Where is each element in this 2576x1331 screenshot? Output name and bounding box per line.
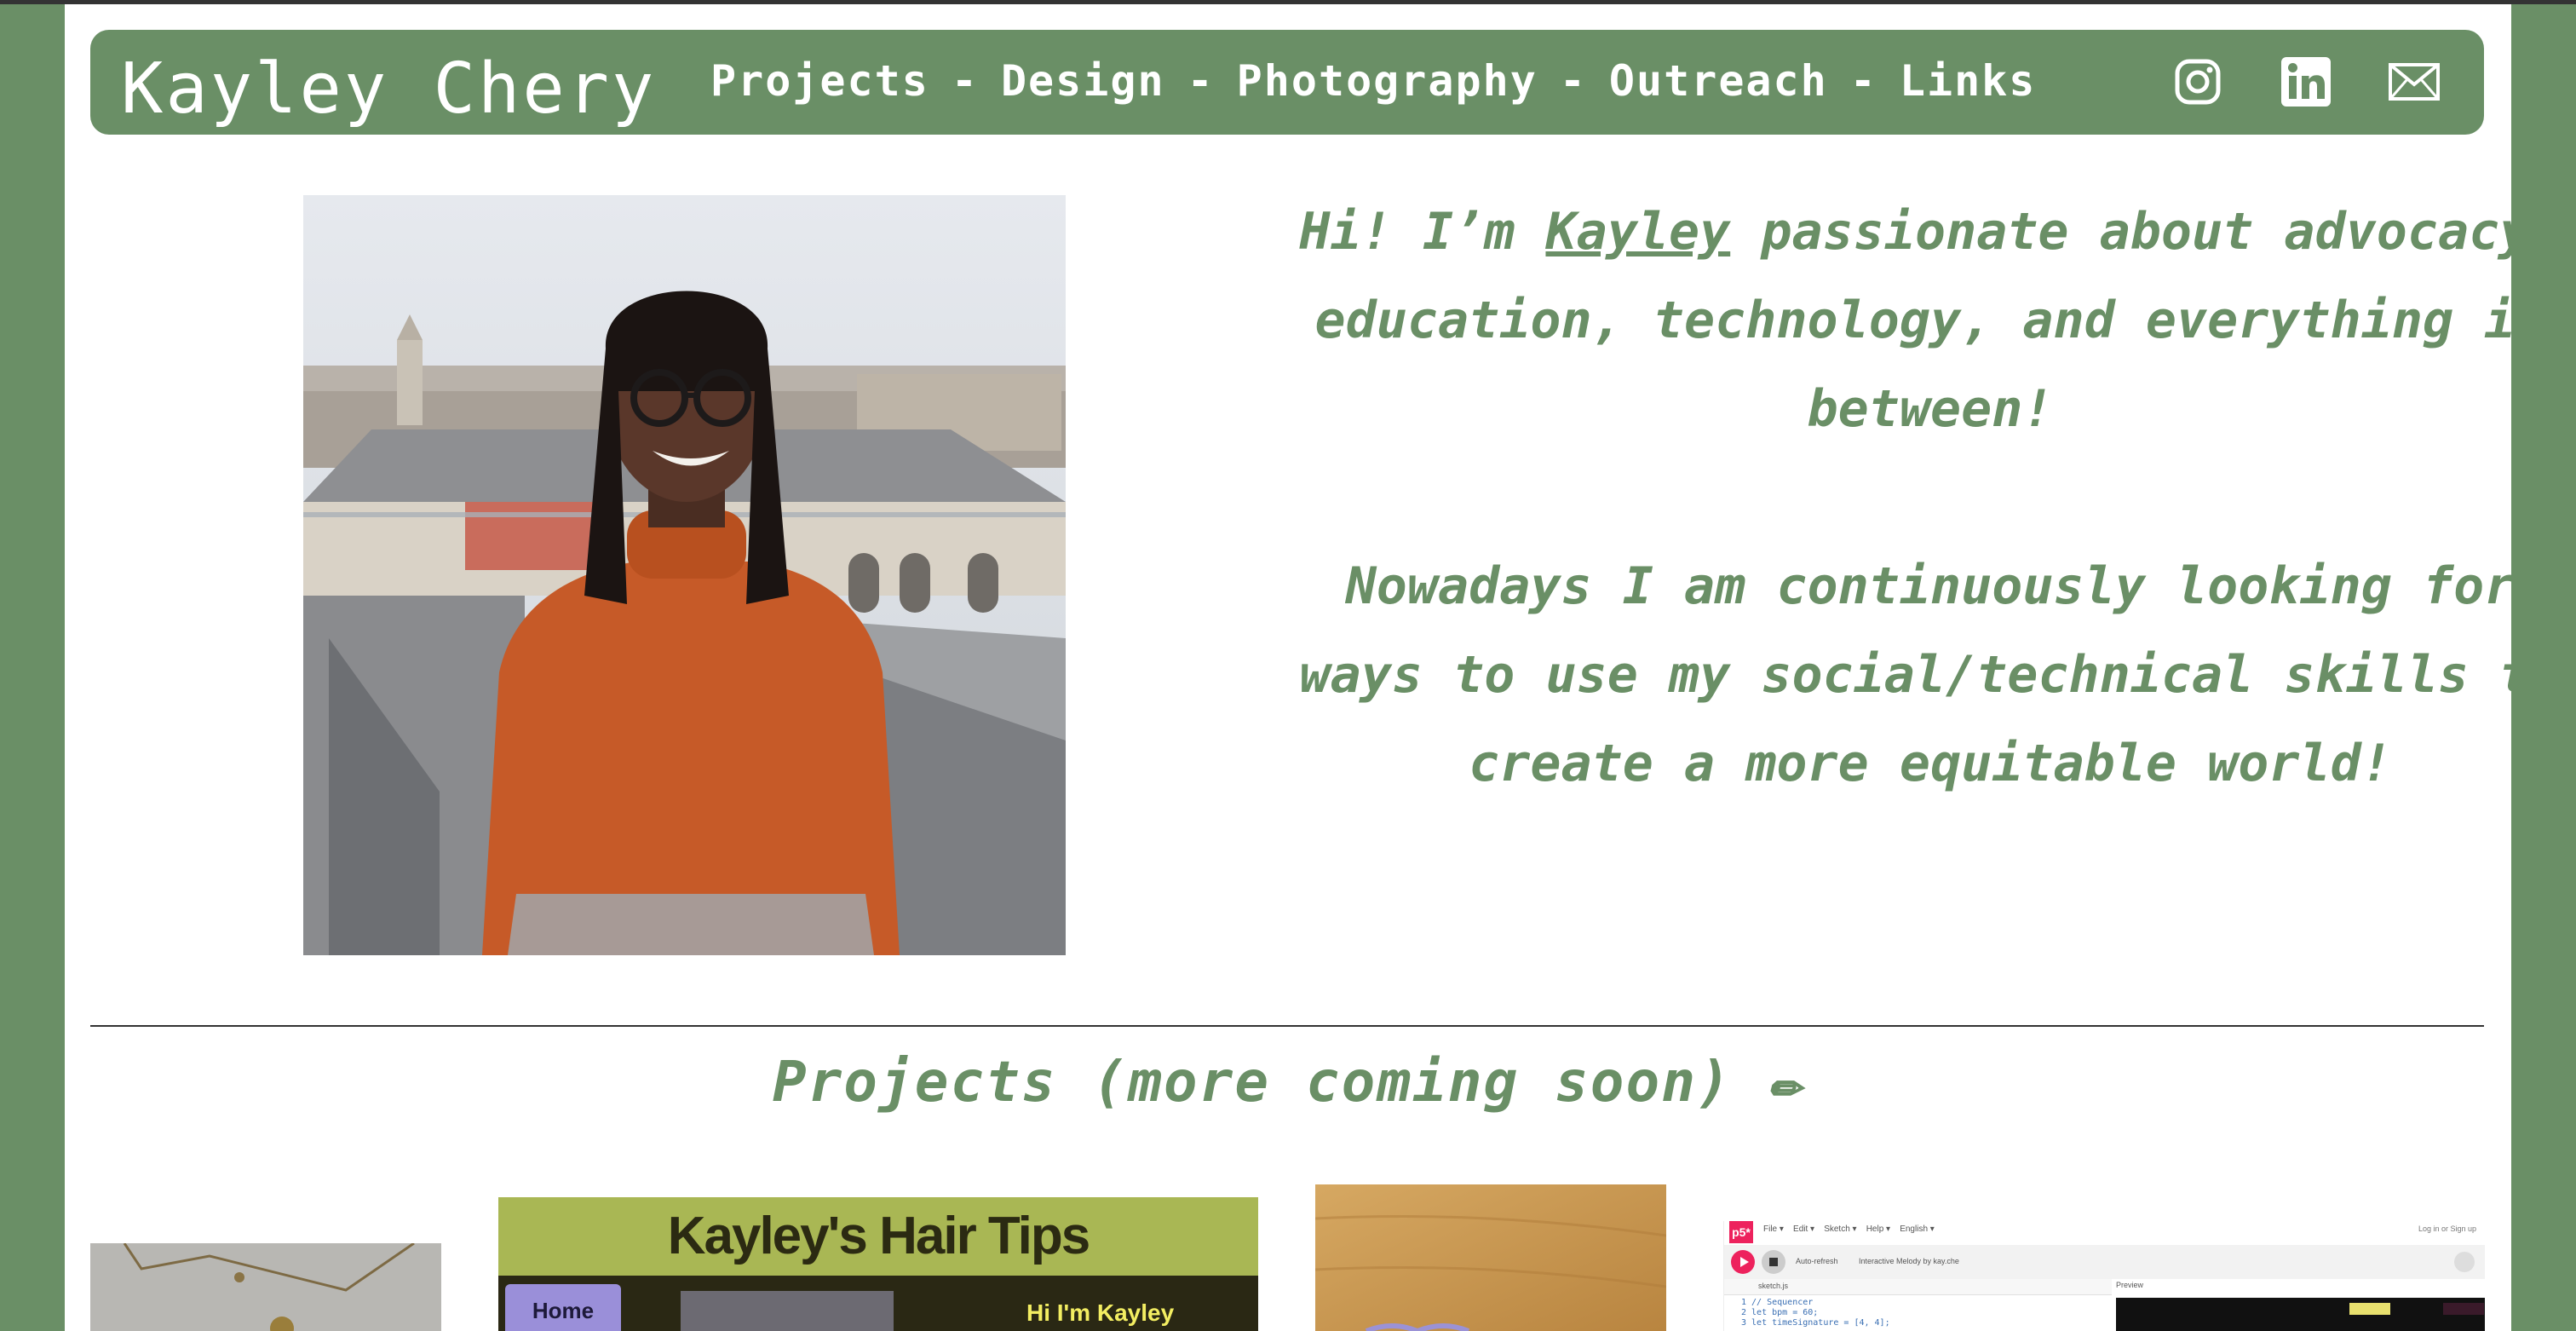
project-thumbnail-hair-tips[interactable]: Kayley's Hair Tips Home Hi I'm Kayley bbox=[498, 1197, 1258, 1331]
p5-auth: Log in or Sign up bbox=[2418, 1224, 2476, 1233]
p5-preview-canvas bbox=[2116, 1298, 2485, 1331]
p5-toolbar bbox=[1724, 1245, 2485, 1279]
page-container: Kayley Chery Projects - Design - Photogr… bbox=[65, 4, 2511, 1331]
mission-paragraph: Nowadays I am continuously looking for w… bbox=[1299, 556, 2511, 793]
nav-outreach[interactable]: Outreach bbox=[1609, 56, 1828, 106]
stop-icon bbox=[1762, 1250, 1785, 1274]
code-line: 1 // Sequencer bbox=[1741, 1298, 1814, 1307]
nav-separator: - bbox=[951, 56, 979, 106]
p5-auto-refresh: Auto-refresh bbox=[1796, 1257, 1838, 1265]
section-divider bbox=[90, 1025, 2484, 1027]
navbar: Kayley Chery Projects - Design - Photogr… bbox=[90, 30, 2484, 135]
main-nav: Projects - Design - Photography - Outrea… bbox=[710, 55, 2036, 107]
hair-tips-photo bbox=[681, 1291, 894, 1331]
project-thumbnail-p5[interactable]: p5* File ▾ Edit ▾ Sketch ▾ Help ▾ Englis… bbox=[1723, 1221, 2485, 1331]
project-thumbnail-wood[interactable] bbox=[1315, 1184, 1666, 1331]
projects-heading: Projects (more coming soon) ✏ bbox=[772, 1049, 1804, 1115]
p5-file-tab-bar: sketch.js bbox=[1724, 1279, 2112, 1295]
email-link[interactable] bbox=[2389, 55, 2440, 108]
hair-tips-greeting: Hi I'm Kayley bbox=[1026, 1299, 1175, 1326]
nav-design[interactable]: Design bbox=[1001, 56, 1165, 106]
p5-menu-language: English ▾ bbox=[1900, 1224, 1935, 1234]
name-link[interactable]: Kayley bbox=[1545, 202, 1730, 262]
site-title[interactable]: Kayley Chery bbox=[121, 47, 656, 132]
gear-icon bbox=[2454, 1252, 2475, 1272]
project-thumbnail-jewelry[interactable] bbox=[90, 1243, 441, 1331]
linkedin-icon bbox=[2281, 57, 2331, 107]
p5-menu-help: Help ▾ bbox=[1866, 1224, 1891, 1234]
intro-text: Hi! I’m Kayley passionate about advocacy… bbox=[1291, 187, 2511, 808]
code-line: 2 let bpm = 60; bbox=[1741, 1308, 1819, 1317]
p5-menu: File ▾ Edit ▾ Sketch ▾ Help ▾ English ▾ bbox=[1763, 1224, 1935, 1234]
p5-preview-label: Preview bbox=[2116, 1281, 2144, 1289]
p5-menu-sketch: Sketch ▾ bbox=[1824, 1224, 1857, 1234]
nav-photography[interactable]: Photography bbox=[1237, 56, 1538, 106]
p5-code: 1 // Sequencer 2 let bpm = 60; 3 let tim… bbox=[1741, 1298, 1890, 1328]
nav-separator: - bbox=[1187, 56, 1215, 106]
code-line: 3 let timeSignature = [4, 4]; bbox=[1741, 1318, 1890, 1328]
nav-links[interactable]: Links bbox=[1900, 56, 2037, 106]
linkedin-link[interactable] bbox=[2281, 55, 2331, 108]
intro-lead: Hi! I’m bbox=[1299, 202, 1546, 262]
play-icon bbox=[1731, 1250, 1755, 1274]
instagram-icon bbox=[2175, 59, 2221, 105]
p5-sketch-name: Interactive Melody by kay.che bbox=[1859, 1257, 1959, 1265]
p5-file-name: sketch.js bbox=[1758, 1282, 1789, 1290]
sequencer-cell bbox=[2349, 1303, 2390, 1315]
sequencer-cell bbox=[2443, 1303, 2484, 1315]
p5-logo: p5* bbox=[1729, 1221, 1753, 1243]
profile-photo bbox=[303, 195, 1066, 955]
hair-tips-home-button: Home bbox=[505, 1284, 621, 1331]
p5-menu-file: File ▾ bbox=[1763, 1224, 1784, 1234]
mail-icon bbox=[2389, 63, 2440, 101]
nav-separator: - bbox=[1849, 56, 1877, 106]
instagram-link[interactable] bbox=[2174, 55, 2222, 108]
hair-tips-title: Kayley's Hair Tips bbox=[498, 1197, 1258, 1276]
nav-separator: - bbox=[1559, 56, 1587, 106]
intro-paragraph: Hi! I’m Kayley passionate about advocacy… bbox=[1291, 187, 2511, 453]
nav-projects[interactable]: Projects bbox=[710, 56, 929, 106]
p5-menu-edit: Edit ▾ bbox=[1793, 1224, 1815, 1234]
